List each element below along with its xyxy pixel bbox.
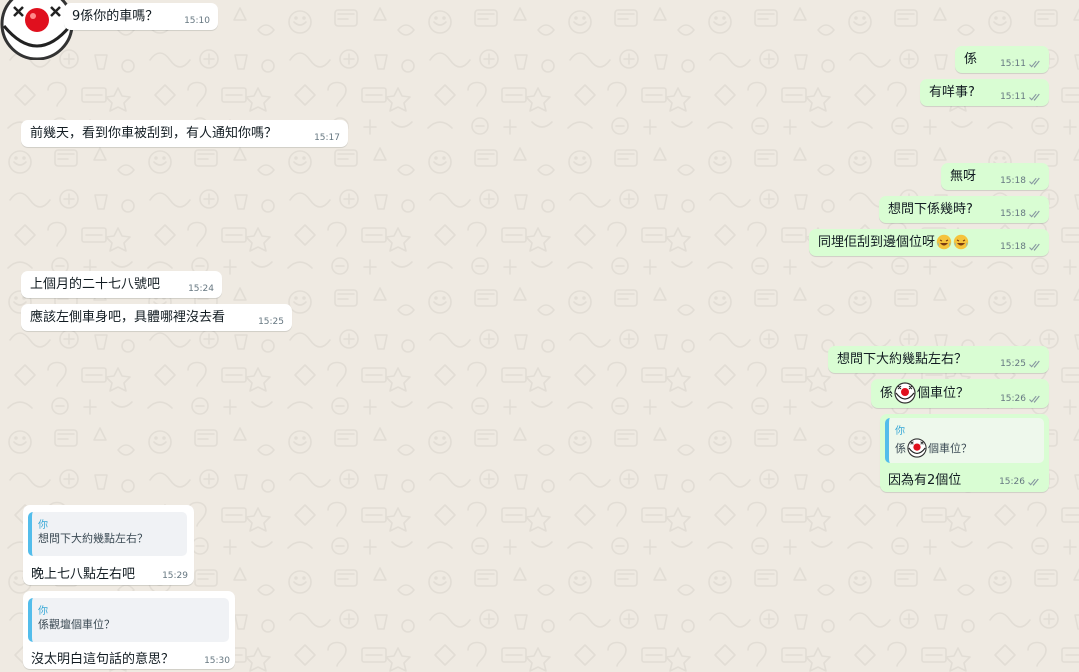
message-incoming[interactable]: 前幾天，看到你車被刮到，有人通知你嗎？ 15:17 — [21, 120, 348, 147]
message-outgoing[interactable]: 想問下係幾時? 15:18 — [879, 196, 1049, 223]
read-ticks-icon — [1029, 60, 1040, 68]
quote-author: 你 — [38, 520, 48, 531]
message-timestamp: 15:11 — [1000, 92, 1042, 102]
message-text: 有咩事? — [929, 85, 975, 100]
read-ticks-icon — [1029, 360, 1040, 368]
message-text-row: 同埋佢刮到邊個位呀 — [818, 234, 969, 250]
message-text: 同埋佢刮到邊個位呀 — [818, 234, 936, 250]
message-text: 係 — [964, 52, 978, 67]
message-outgoing[interactable]: 係 15:11 — [955, 46, 1049, 73]
quote-text: 係觀壇個車位？ — [38, 618, 115, 631]
quote-text-row: 係 個車位？ — [895, 438, 972, 458]
message-text-row: 係 個車位？ — [880, 382, 969, 404]
message-timestamp: 15:18 — [1000, 242, 1042, 252]
read-ticks-icon — [1029, 177, 1040, 185]
message-outgoing[interactable]: 想問下大約幾點左右？ 15:25 — [828, 346, 1049, 373]
clown-emoji-icon — [907, 438, 927, 458]
reply-message-incoming[interactable]: 你 想問下大約幾點左右？ 晚上七八點左右吧 15:29 — [23, 505, 194, 585]
message-text: 想問下大約幾點左右？ — [837, 352, 968, 367]
quote-text-before: 係 — [895, 442, 906, 455]
message-timestamp: 15:26 — [999, 477, 1041, 487]
message-timestamp: 15:11 — [1000, 59, 1042, 69]
message-text-before: 係 — [880, 385, 894, 401]
message-incoming[interactable]: 應該左側車身吧，具體哪裡沒去看 15:25 — [21, 304, 292, 331]
message-text: 沒太明白這句話的意思？ — [31, 652, 175, 667]
quoted-message[interactable]: 你 係 個車位？ — [885, 418, 1044, 463]
message-text: 上個月的二十七八號吧 — [30, 277, 161, 292]
message-timestamp: 15:29 — [162, 571, 188, 581]
reply-message-incoming[interactable]: 你 係觀壇個車位？ 沒太明白這句話的意思？ 15:30 — [23, 591, 235, 669]
message-outgoing[interactable]: 係 個車位？ 15:26 — [871, 379, 1049, 408]
message-outgoing[interactable]: 無呀 15:18 — [941, 163, 1049, 190]
message-timestamp: 15:25 — [1000, 359, 1042, 369]
read-ticks-icon — [1029, 395, 1040, 403]
quoted-message[interactable]: 你 想問下大約幾點左右？ — [28, 512, 187, 556]
clown-emoji-icon — [894, 382, 916, 404]
message-timestamp: 15:18 — [1000, 209, 1042, 219]
quote-text: 想問下大約幾點左右？ — [38, 532, 148, 545]
rofl-emoji-icon — [953, 234, 969, 250]
reply-message-outgoing[interactable]: 你 係 個車位？ 因為有2個位 15:26 — [880, 414, 1049, 492]
message-incoming[interactable]: 9係你的車嗎？ 15:10 — [64, 3, 218, 30]
message-timestamp: 15:24 — [188, 284, 214, 294]
read-ticks-icon — [1029, 210, 1040, 218]
quote-author: 你 — [38, 606, 48, 617]
read-ticks-icon — [1029, 93, 1040, 101]
message-timestamp: 15:17 — [314, 133, 340, 143]
message-text: 因為有2個位 — [888, 473, 962, 488]
rofl-emoji-icon — [936, 234, 952, 250]
message-text: 晚上七八點左右吧 — [31, 567, 136, 582]
message-timestamp: 15:30 — [204, 656, 230, 666]
message-text-after: 個車位？ — [917, 385, 970, 401]
message-text: 無呀 — [950, 169, 977, 184]
message-outgoing[interactable]: 有咩事? 15:11 — [920, 79, 1049, 106]
message-timestamp: 15:26 — [1000, 394, 1042, 404]
message-text: 應該左側車身吧，具體哪裡沒去看 — [30, 310, 226, 325]
quoted-message[interactable]: 你 係觀壇個車位？ — [28, 598, 229, 642]
message-timestamp: 15:18 — [1000, 176, 1042, 186]
message-outgoing[interactable]: 同埋佢刮到邊個位呀 15:18 — [809, 229, 1049, 256]
read-ticks-icon — [1029, 243, 1040, 251]
message-incoming[interactable]: 上個月的二十七八號吧 15:24 — [21, 271, 222, 298]
read-ticks-icon — [1028, 478, 1039, 486]
message-text: 前幾天，看到你車被刮到，有人通知你嗎？ — [30, 126, 278, 141]
message-timestamp: 15:25 — [258, 317, 284, 327]
quote-author: 你 — [895, 426, 905, 437]
quote-text-after: 個車位？ — [928, 442, 972, 455]
message-text: 想問下係幾時? — [888, 202, 973, 217]
message-text: 9係你的車嗎？ — [72, 9, 159, 24]
message-timestamp: 15:10 — [184, 16, 210, 26]
